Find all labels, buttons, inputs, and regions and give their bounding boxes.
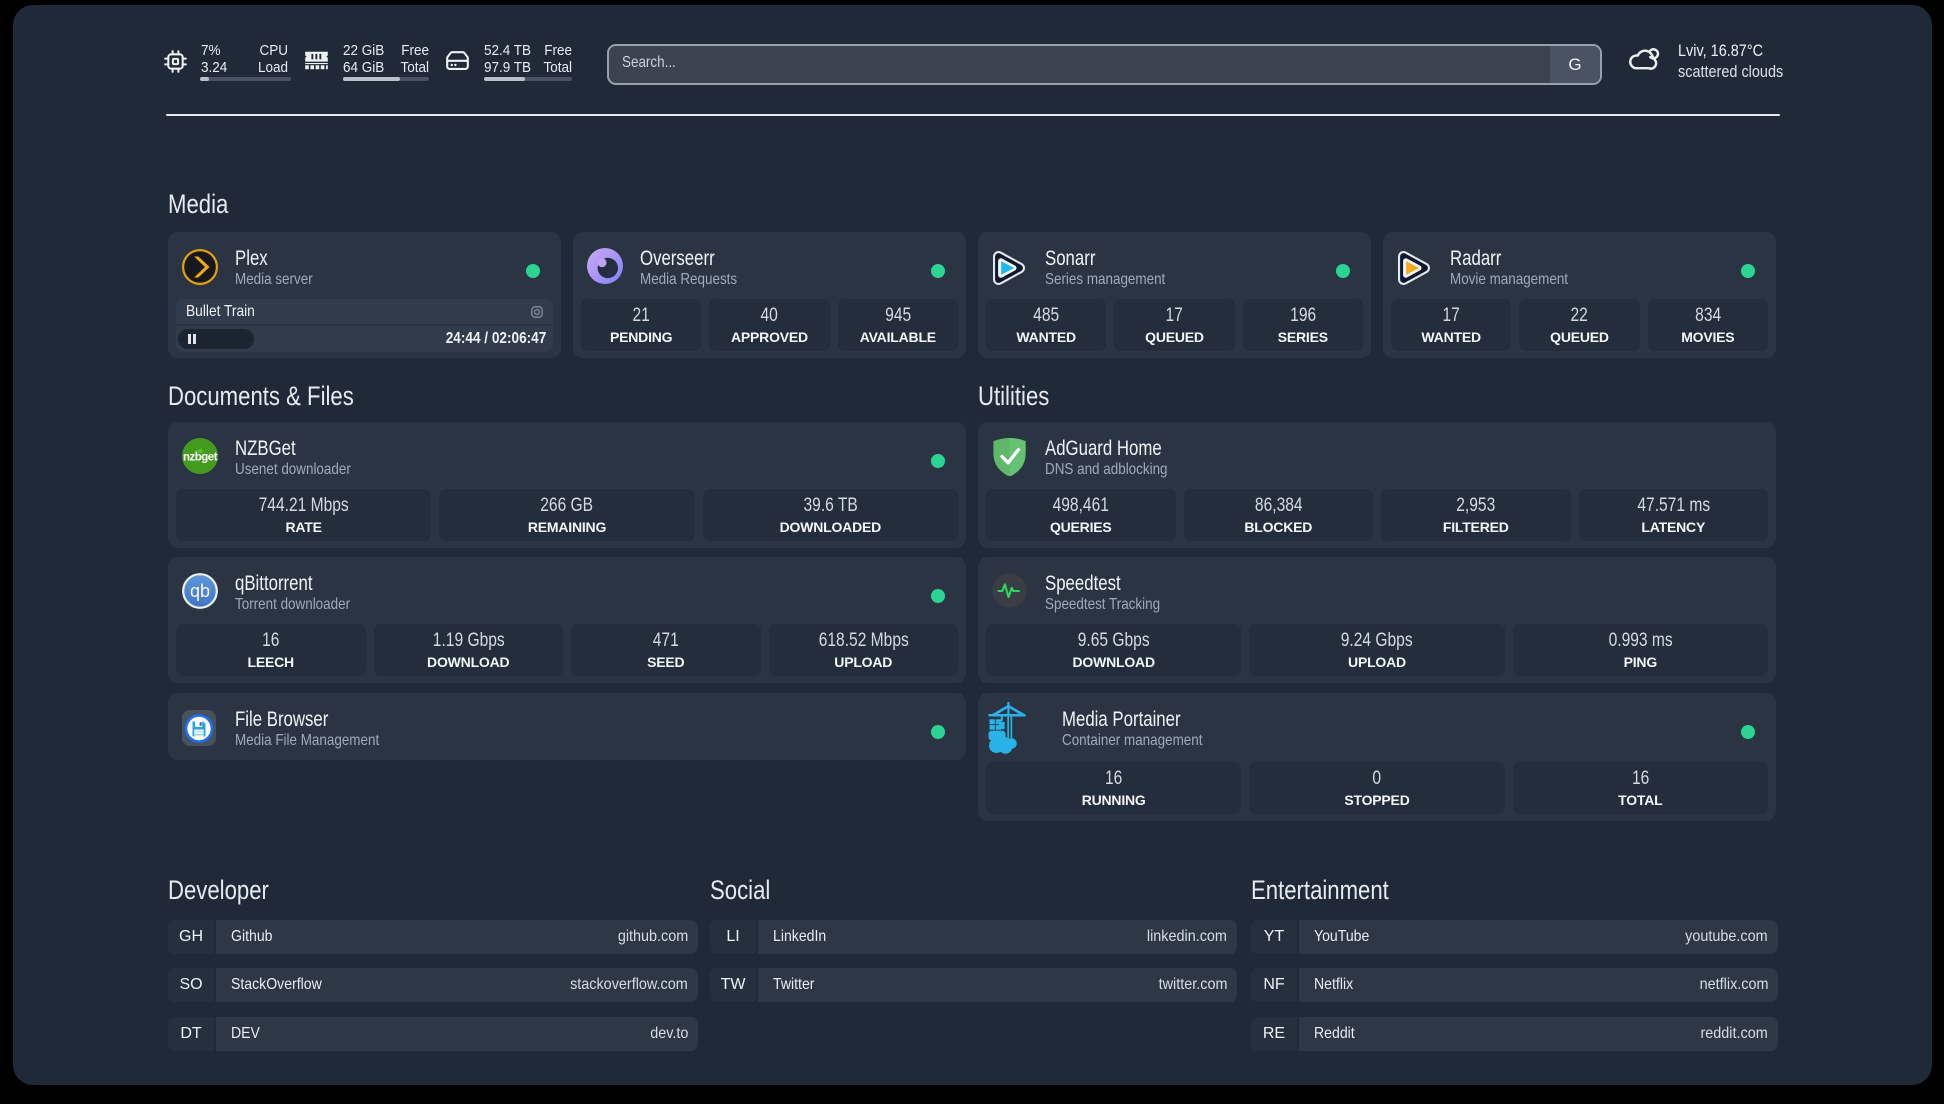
- svg-text:nzbget: nzbget: [183, 452, 218, 464]
- svg-text:qb: qb: [190, 581, 210, 601]
